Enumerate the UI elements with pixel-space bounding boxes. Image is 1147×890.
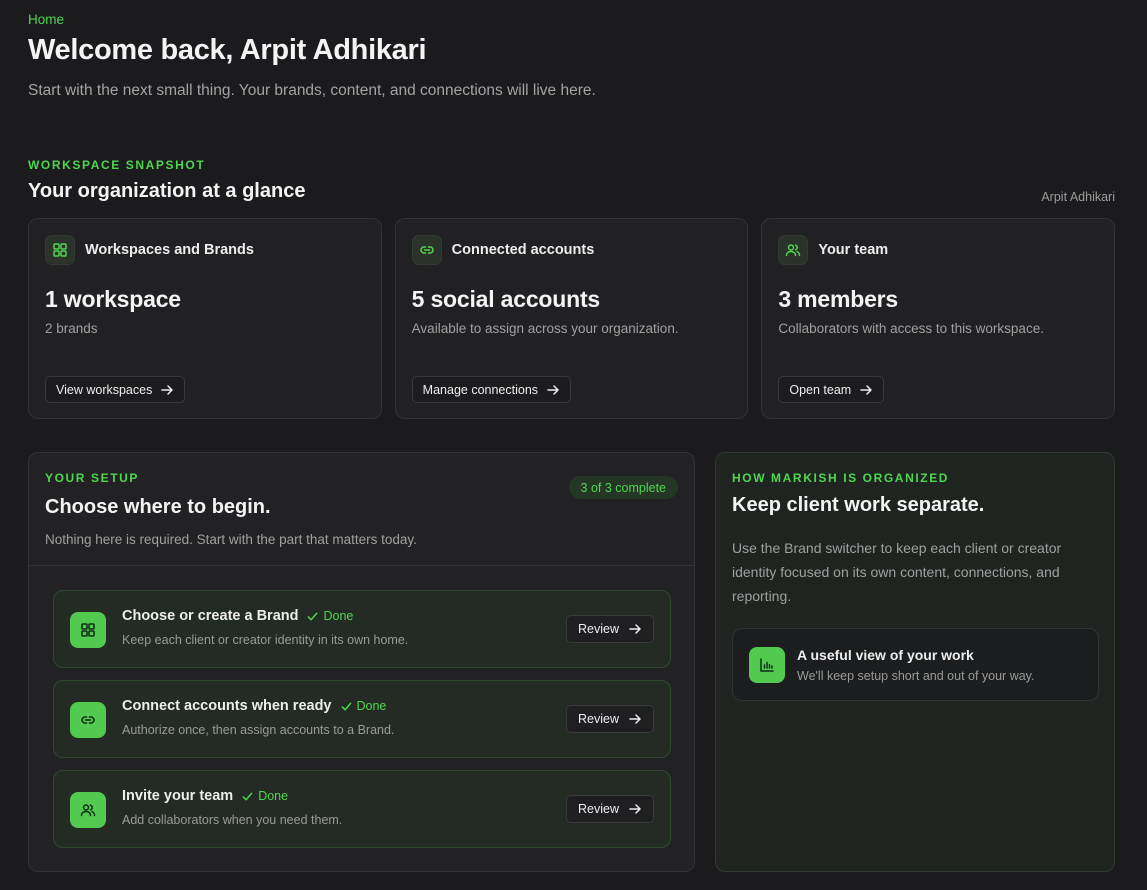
card-connected-accounts: Connected accounts 5 social accounts Ava…: [394, 218, 749, 419]
step-status: Done: [306, 609, 353, 623]
org-card-sub: We'll keep setup short and out of your w…: [797, 669, 1035, 683]
snapshot-eyebrow: WORKSPACE SNAPSHOT: [28, 158, 206, 172]
step-title: Connect accounts when ready: [122, 698, 332, 714]
snapshot-title: Your organization at a glance: [28, 180, 306, 202]
users-icon: [70, 792, 106, 828]
button-label: View workspaces: [56, 382, 153, 397]
arrow-right-icon: [160, 383, 174, 397]
card-sub: Available to assign across your organiza…: [411, 321, 679, 336]
button-label: Open team: [789, 382, 852, 397]
review-button[interactable]: Review: [566, 615, 654, 643]
org-eyebrow: HOW MARKISH IS ORGANIZED: [732, 471, 950, 485]
step-choose-brand[interactable]: Choose or create a Brand Done Keep each …: [53, 590, 671, 668]
card-sub: Collaborators with access to this worksp…: [778, 321, 1044, 336]
card-sub: 2 brands: [45, 321, 98, 336]
step-desc: Keep each client or creator identity in …: [122, 633, 409, 647]
arrow-right-icon: [628, 802, 642, 816]
button-label: Review: [578, 622, 619, 636]
snapshot-cards: Workspaces and Brands 1 workspace 2 bran…: [28, 218, 1116, 419]
step-title: Invite your team: [122, 788, 234, 804]
link-icon: [411, 235, 442, 265]
grid-icon: [70, 612, 106, 648]
step-desc: Add collaborators when you need them.: [122, 813, 343, 827]
useful-view-card: A useful view of your work We'll keep se…: [732, 628, 1099, 701]
setup-steps: Choose or create a Brand Done Keep each …: [53, 590, 671, 848]
bar-chart-icon: [749, 647, 785, 683]
step-status-label: Done: [258, 789, 289, 803]
setup-title: Choose where to begin.: [45, 496, 271, 518]
step-connect-accounts[interactable]: Connect accounts when ready Done Authori…: [53, 680, 671, 758]
arrow-right-icon: [546, 383, 560, 397]
setup-eyebrow: YOUR SETUP: [45, 471, 140, 485]
open-team-button[interactable]: Open team: [778, 376, 885, 403]
button-label: Review: [578, 802, 619, 816]
users-icon: [778, 235, 809, 265]
manage-connections-button[interactable]: Manage connections: [411, 376, 572, 403]
org-panel: HOW MARKISH IS ORGANIZED Keep client wor…: [715, 452, 1115, 872]
review-button[interactable]: Review: [566, 705, 654, 733]
home-page: Home Welcome back, Arpit Adhikari Start …: [0, 0, 1147, 890]
card-workspaces: Workspaces and Brands 1 workspace 2 bran…: [28, 218, 382, 419]
status-badge: 3 of 3 complete: [568, 476, 678, 499]
card-label: Your team: [818, 242, 889, 258]
step-status-label: Done: [356, 699, 387, 713]
divider: [29, 565, 694, 566]
button-label: Review: [578, 712, 619, 726]
setup-panel: YOUR SETUP 3 of 3 complete Choose where …: [28, 452, 695, 872]
step-status-label: Done: [323, 609, 354, 623]
button-label: Manage connections: [422, 382, 539, 397]
grid-icon: [45, 235, 75, 265]
card-value: 5 social accounts: [411, 286, 601, 312]
card-label: Workspaces and Brands: [85, 242, 254, 258]
setup-sub: Nothing here is required. Start with the…: [45, 532, 417, 547]
arrow-right-icon: [859, 383, 873, 397]
check-icon: [340, 700, 353, 713]
check-icon: [306, 610, 319, 623]
breadcrumb[interactable]: Home: [28, 12, 64, 27]
step-status: Done: [340, 699, 387, 713]
step-invite-team[interactable]: Invite your team Done Add collaborators …: [53, 770, 671, 848]
snapshot-user: Arpit Adhikari: [1041, 190, 1115, 204]
org-card-title: A useful view of your work: [797, 647, 974, 663]
card-label: Connected accounts: [451, 242, 595, 258]
org-desc: Use the Brand switcher to keep each clie…: [732, 540, 1062, 604]
card-value: 1 workspace: [45, 286, 181, 312]
org-title: Keep client work separate.: [732, 494, 985, 516]
arrow-right-icon: [628, 622, 642, 636]
page-title: Welcome back, Arpit Adhikari: [28, 34, 427, 66]
arrow-right-icon: [628, 712, 642, 726]
link-icon: [70, 702, 106, 738]
check-icon: [241, 790, 254, 803]
step-title: Choose or create a Brand: [122, 608, 299, 624]
card-team: Your team 3 members Collaborators with a…: [761, 218, 1116, 419]
step-status: Done: [241, 789, 288, 803]
page-intro: Start with the next small thing. Your br…: [28, 82, 596, 99]
card-value: 3 members: [778, 286, 899, 312]
view-workspaces-button[interactable]: View workspaces: [45, 376, 186, 403]
review-button[interactable]: Review: [566, 795, 654, 823]
step-desc: Authorize once, then assign accounts to …: [122, 723, 395, 737]
